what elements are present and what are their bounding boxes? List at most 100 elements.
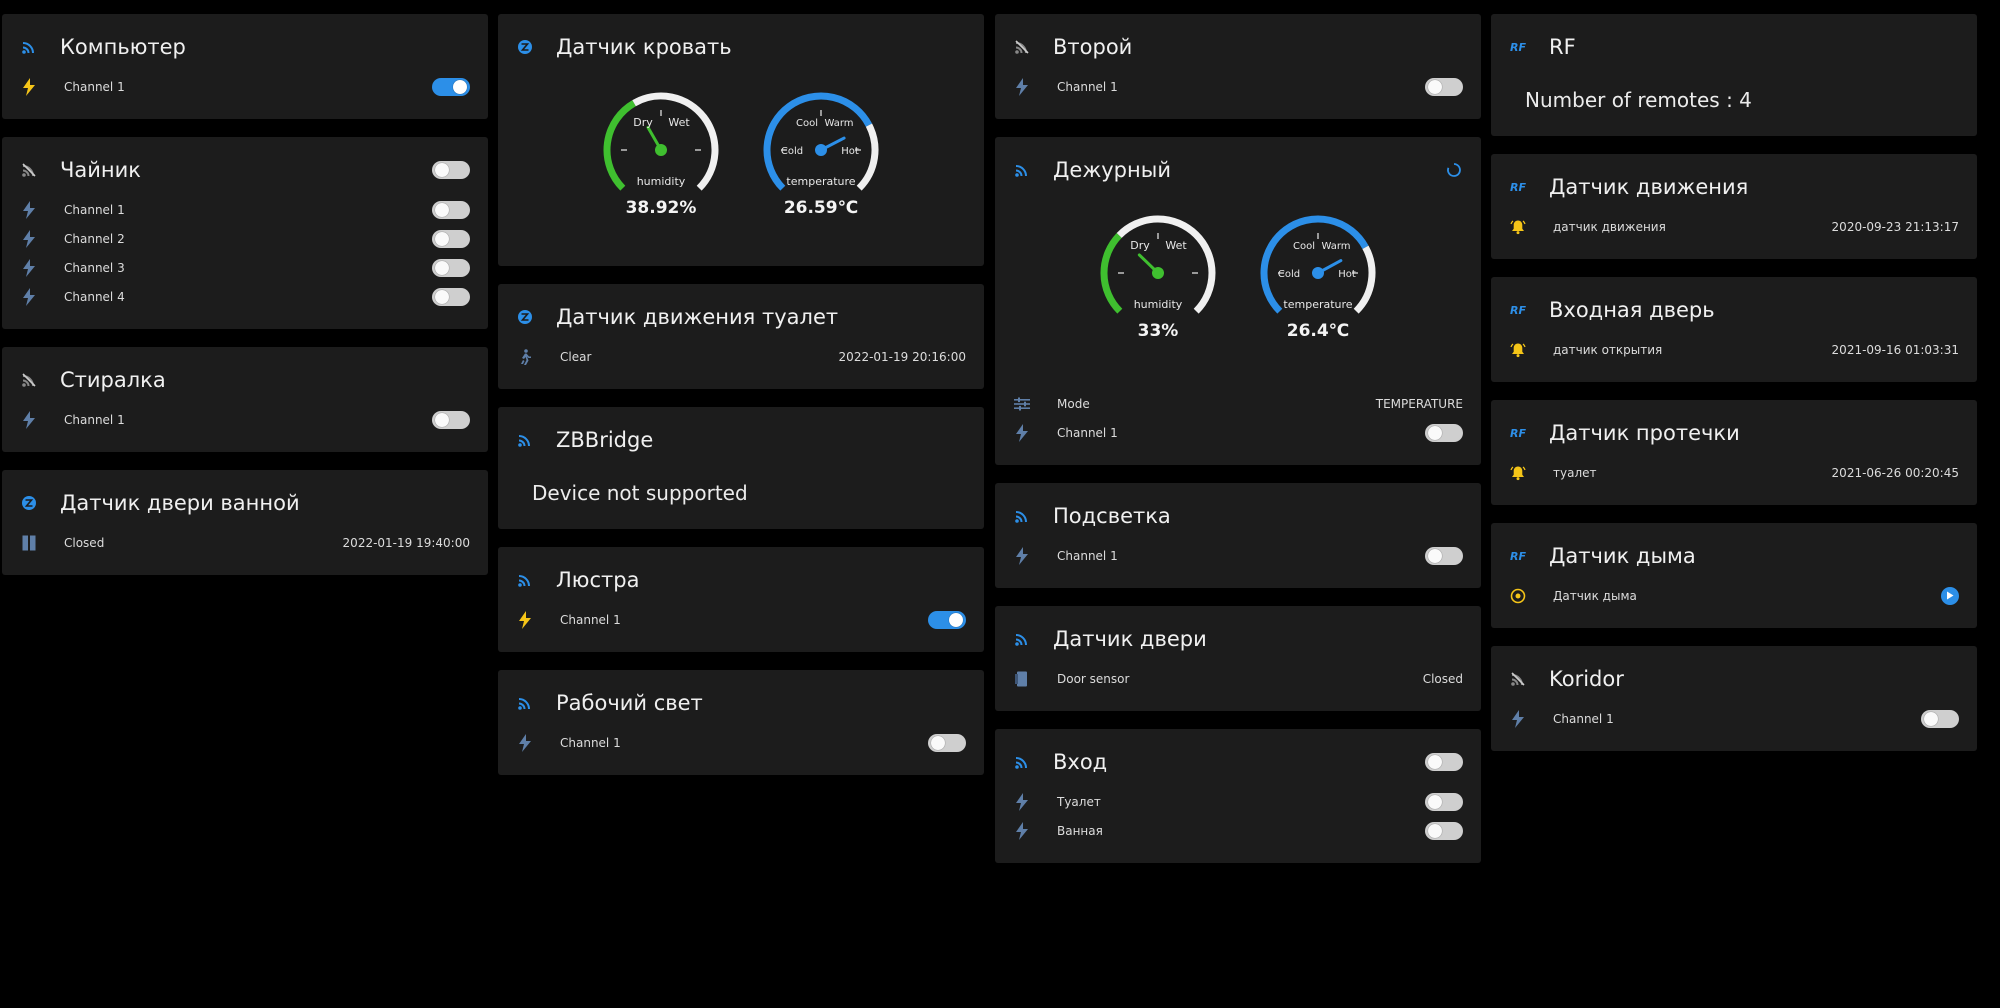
card-rows: Channel 1 Channel 2 Channel 3 Channel 4 [20, 195, 470, 329]
list-item: Channel 1 [516, 605, 966, 634]
gauge-label-name: humidity [1134, 298, 1183, 311]
card-title[interactable]: Стиралка [60, 368, 166, 392]
column-1: Компьютер Channel 1 Чайник Channel 1 Channel… [2, 14, 488, 593]
card-title[interactable]: ZBBridge [556, 428, 653, 452]
card-title[interactable]: Koridor [1549, 667, 1624, 691]
humidity-gauge: Dry Wet humidity 38.92% [599, 92, 723, 218]
channel-toggle[interactable] [928, 610, 966, 629]
list-item: туалет 2021-06-26 00:20:45 [1509, 458, 1959, 487]
play-button[interactable] [1941, 586, 1959, 605]
card-rows: Mode TEMPERATURE Channel 1 [1013, 389, 1463, 465]
device-card-zbbridge: ZBBridge Device not supported [498, 407, 984, 529]
row-value: TEMPERATURE [1375, 396, 1463, 411]
card-rows: датчик движения 2020-09-23 21:13:17 [1509, 212, 1959, 259]
channel-toggle[interactable] [1921, 709, 1959, 728]
gauge-arc-fill [1100, 232, 1123, 314]
master-toggle[interactable] [432, 161, 470, 179]
card-title[interactable]: Датчик дыма [1549, 544, 1696, 568]
list-item: Channel 1 [20, 195, 470, 224]
toggle-knob [931, 735, 945, 750]
card-title[interactable]: Датчик движения туалет [556, 305, 838, 329]
row-label: Channel 2 [64, 231, 125, 246]
card-title[interactable]: Люстра [556, 568, 639, 592]
card-rows: туалет 2021-06-26 00:20:45 [1509, 458, 1959, 505]
master-toggle[interactable] [1425, 753, 1463, 771]
row-label: Channel 1 [560, 735, 621, 750]
channel-toggle[interactable] [432, 229, 470, 248]
toggle-knob [1924, 711, 1938, 726]
channel-toggle[interactable] [432, 287, 470, 306]
device-card-lyustra: Люстра Channel 1 [498, 547, 984, 652]
card-rows: Channel 1 [1509, 704, 1959, 751]
rf-icon: RF [1510, 303, 1526, 317]
card-title[interactable]: Датчик двери [1053, 627, 1207, 651]
wifi-off-icon [20, 161, 38, 179]
channel-toggle[interactable] [432, 200, 470, 219]
list-item: Channel 1 [1013, 541, 1463, 570]
bolt-icon [20, 200, 38, 219]
card-title[interactable]: Подсветка [1053, 504, 1171, 528]
row-label: Channel 1 [64, 79, 125, 94]
card-title[interactable]: Датчик движения [1549, 175, 1748, 199]
gauge-label-l1: Cool [796, 118, 818, 129]
card-title[interactable]: RF [1549, 35, 1576, 59]
card-title[interactable]: Датчик двери ванной [60, 491, 300, 515]
row-label: Channel 1 [1057, 79, 1118, 94]
row-label: Channel 1 [1057, 425, 1118, 440]
card-title[interactable]: Второй [1053, 35, 1132, 59]
channel-toggle[interactable] [1425, 546, 1463, 565]
wifi-icon [1013, 507, 1031, 525]
channel-toggle[interactable] [432, 77, 470, 96]
card-header: Датчик движения туалет [516, 284, 966, 350]
channel-toggle[interactable] [432, 258, 470, 277]
device-card-podsvetka: Подсветка Channel 1 [995, 483, 1481, 588]
card-title[interactable]: Вход [1053, 750, 1107, 774]
card-title[interactable]: Компьютер [60, 35, 186, 59]
card-header: Подсветка [1013, 483, 1463, 549]
list-item: Ванная [1013, 816, 1463, 845]
wifi-icon [20, 38, 38, 56]
toggle-knob [1428, 425, 1442, 440]
channel-toggle[interactable] [1425, 792, 1463, 811]
card-message: Number of remotes : 4 [1525, 88, 1752, 112]
temperature-gauge-dial: Cool Warm Cold Hot temperature [763, 92, 879, 191]
channel-toggle[interactable] [1425, 423, 1463, 442]
card-title[interactable]: Чайник [60, 158, 141, 182]
card-header: Люстра [516, 547, 966, 613]
card-title[interactable]: Рабочий свет [556, 691, 703, 715]
door-icon [20, 534, 38, 552]
row-label: Channel 3 [64, 260, 125, 275]
wifi-icon [516, 571, 534, 589]
bolt-icon [20, 258, 38, 277]
row-label: Mode [1057, 396, 1090, 411]
toggle-knob [1428, 755, 1442, 769]
list-item: Clear 2022-01-19 20:16:00 [516, 342, 966, 371]
card-title[interactable]: Входная дверь [1549, 298, 1715, 322]
humidity-gauge: Dry Wet humidity 33% [1096, 215, 1220, 341]
sliders-icon [1013, 395, 1031, 413]
list-item: Channel 1 [1509, 704, 1959, 733]
toggle-knob [1428, 548, 1442, 563]
row-label: туалет [1553, 465, 1597, 480]
card-header: Вход [1013, 729, 1463, 795]
channel-toggle[interactable] [928, 733, 966, 752]
spinner-icon [1445, 161, 1463, 179]
device-card-stiralka: Стиралка Channel 1 [2, 347, 488, 452]
channel-toggle[interactable] [432, 410, 470, 429]
channel-toggle[interactable] [1425, 821, 1463, 840]
card-message: Device not supported [532, 481, 748, 505]
gauges: Dry Wet humidity 38.92% Cool Warm Cold Hot tempe… [516, 80, 966, 266]
device-card-rabochiy-svet: Рабочий свет Channel 1 [498, 670, 984, 775]
row-label: Датчик дыма [1553, 588, 1637, 603]
column-3: Второй Channel 1 Дежурный Dry Wet humidity 33%… [995, 14, 1481, 881]
card-title[interactable]: Датчик протечки [1549, 421, 1740, 445]
card-title[interactable]: Дежурный [1053, 158, 1171, 182]
channel-toggle[interactable] [1425, 77, 1463, 96]
bolt-icon [1013, 821, 1031, 840]
card-title[interactable]: Датчик кровать [556, 35, 732, 59]
card-header: RF RF [1509, 14, 1959, 80]
card-rows: Channel 1 [20, 72, 470, 119]
gauge-label-l4: Hot [1338, 269, 1356, 280]
gauge-label-l3: Cold [781, 146, 803, 157]
bolt-icon [20, 287, 38, 306]
